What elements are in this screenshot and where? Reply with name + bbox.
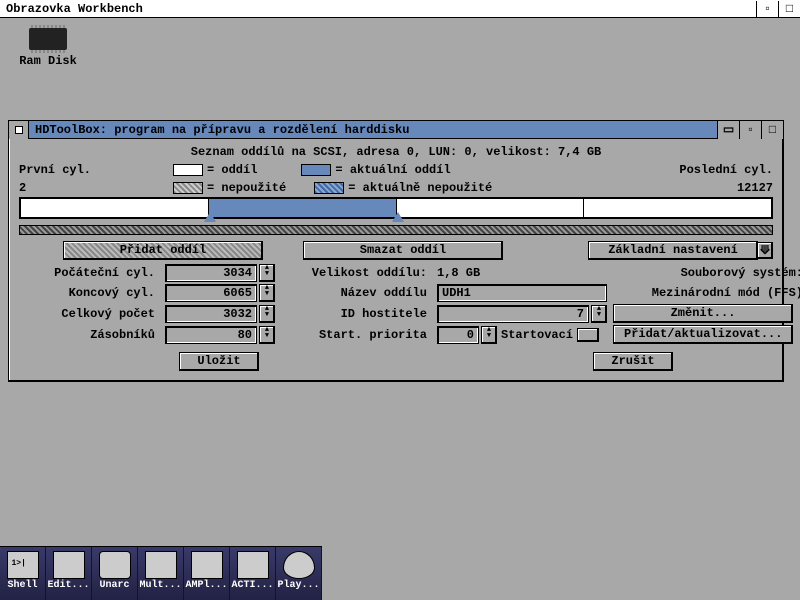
window-titlebar[interactable]: HDToolBox: program na přípravu a rozděle… xyxy=(9,121,783,139)
ramdisk-label: Ram Disk xyxy=(16,54,80,68)
chevron-down-icon[interactable]: ⟱ xyxy=(757,242,773,259)
magnify-icon xyxy=(145,551,177,579)
legend-cur-unused: = aktuálně nepoužité xyxy=(348,181,492,195)
handle-right[interactable] xyxy=(392,212,404,222)
dock-item-play[interactable]: Play... xyxy=(276,547,322,600)
buffers-value[interactable]: 80 xyxy=(165,326,257,344)
device-info: Seznam oddílů na SCSI, adresa 0, LUN: 0,… xyxy=(19,143,773,161)
partition-seg[interactable] xyxy=(397,199,585,217)
dock-item-edit[interactable]: Edit... xyxy=(46,547,92,600)
workbench-title: Obrazovka Workbench xyxy=(6,2,143,16)
total-field[interactable]: 3032 ▲▼ xyxy=(165,305,275,323)
swatch-cur-unused xyxy=(314,182,344,194)
screen-depth-gadget[interactable]: ▫ xyxy=(756,1,778,17)
handle-left[interactable] xyxy=(204,212,216,222)
buffers-field[interactable]: 80 ▲▼ xyxy=(165,326,275,344)
save-button[interactable]: Uložit xyxy=(179,352,259,371)
delete-partition-button[interactable]: Smazat oddíl xyxy=(303,241,503,260)
label-end-cyl: Koncový cyl. xyxy=(19,286,159,300)
hdtoolbox-window: HDToolBox: program na přípravu a rozděle… xyxy=(8,120,784,382)
legend-row: První cyl. = oddíl = aktuální oddíl Posl… xyxy=(19,161,773,179)
start-cyl-field[interactable]: 3034 ▲▼ xyxy=(165,264,275,282)
partition-seg[interactable] xyxy=(21,199,209,217)
action-icon xyxy=(237,551,269,579)
end-cyl-field[interactable]: 6065 ▲▼ xyxy=(165,284,275,302)
dock-item-unarc[interactable]: Unarc xyxy=(92,547,138,600)
start-cyl-value[interactable]: 3034 xyxy=(165,264,257,282)
partition-seg-current[interactable] xyxy=(209,199,397,217)
close-gadget[interactable] xyxy=(9,121,29,139)
spinner-icon[interactable]: ▲▼ xyxy=(259,305,275,323)
spinner-icon[interactable]: ▲▼ xyxy=(591,305,607,323)
dock-item-acti[interactable]: ACTI... xyxy=(230,547,276,600)
dock-item-ampl[interactable]: AMPl... xyxy=(184,547,230,600)
partition-slider[interactable] xyxy=(19,225,773,235)
depth-gadget[interactable]: ▫ xyxy=(739,121,761,139)
change-fs-button[interactable]: Změnit... xyxy=(613,304,793,323)
dock-item-shell[interactable]: Shell xyxy=(0,547,46,600)
swatch-unused xyxy=(173,182,203,194)
label-part-size: Velikost oddílu: xyxy=(281,266,431,280)
dock-label: Mult... xyxy=(139,580,181,591)
window-title: HDToolBox: program na přípravu a rozděle… xyxy=(29,123,717,137)
ramdisk-icon[interactable]: Ram Disk xyxy=(16,28,80,68)
boot-pri-value[interactable]: 0 xyxy=(437,326,479,344)
play-icon xyxy=(283,551,315,579)
zoom-gadget[interactable]: ▭ xyxy=(717,121,739,139)
label-part-name: Název oddílu xyxy=(281,286,431,300)
label-fs: Souborový systém: xyxy=(613,266,800,280)
dock-label: AMPl... xyxy=(185,580,227,591)
basic-settings-dropdown[interactable]: Základní nastavení ⟱ xyxy=(588,241,773,260)
spinner-icon[interactable]: ▲▼ xyxy=(481,326,497,344)
cancel-button[interactable]: Zrušit xyxy=(593,352,673,371)
label-host-id: ID hostitele xyxy=(281,307,431,321)
last-cyl-label: Poslední cyl. xyxy=(643,163,773,177)
label-bootable: Startovací xyxy=(501,328,573,342)
label-boot-pri: Start. priorita xyxy=(281,328,431,342)
partition-seg[interactable] xyxy=(584,199,771,217)
edit-icon xyxy=(53,551,85,579)
workbench-titlebar: Obrazovka Workbench ▫ □ xyxy=(0,0,800,18)
spinner-icon[interactable]: ▲▼ xyxy=(259,326,275,344)
basic-settings-label[interactable]: Základní nastavení xyxy=(588,241,758,260)
dock-label: Unarc xyxy=(99,580,129,591)
first-cyl-label: První cyl. xyxy=(19,163,169,177)
amidock: Shell Edit... Unarc Mult... AMPl... ACTI… xyxy=(0,546,322,600)
add-update-fs-button[interactable]: Přidat/aktualizovat... xyxy=(613,325,793,344)
host-id-value[interactable]: 7 xyxy=(437,305,589,323)
legend-current: = aktuální oddíl xyxy=(335,163,450,177)
bootable-checkbox[interactable] xyxy=(577,328,599,342)
first-cyl-val: 2 xyxy=(19,181,169,195)
swatch-free xyxy=(173,164,203,176)
back-gadget[interactable]: □ xyxy=(761,121,783,139)
speaker-icon xyxy=(191,551,223,579)
value-intl: Mezinárodní mód (FFS) xyxy=(613,286,800,300)
value-part-size: 1,8 GB xyxy=(437,266,607,280)
partition-name-input[interactable]: UDH1 xyxy=(437,284,607,302)
label-total: Celkový počet xyxy=(19,307,159,321)
chip-icon xyxy=(29,28,67,50)
boot-pri-field[interactable]: 0 ▲▼ xyxy=(437,326,497,344)
legend-row-2: 2 = nepoužité = aktuálně nepoužité 12127 xyxy=(19,179,773,197)
dock-label: ACTI... xyxy=(231,580,273,591)
last-cyl-val: 12127 xyxy=(643,181,773,195)
screen-zoom-gadget[interactable]: □ xyxy=(778,1,800,17)
swatch-current xyxy=(301,164,331,176)
spinner-icon[interactable]: ▲▼ xyxy=(259,284,275,302)
shell-icon xyxy=(7,551,39,579)
dock-label: Play... xyxy=(277,580,319,591)
legend-unused: = nepoužité xyxy=(207,181,286,195)
unarc-icon xyxy=(99,551,131,579)
label-buffers: Zásobníků xyxy=(19,328,159,342)
add-partition-button[interactable]: Přidat oddíl xyxy=(63,241,263,260)
host-id-field[interactable]: 7 ▲▼ xyxy=(437,305,607,323)
end-cyl-value[interactable]: 6065 xyxy=(165,284,257,302)
dock-item-mult[interactable]: Mult... xyxy=(138,547,184,600)
dock-label: Shell xyxy=(7,580,37,591)
total-value[interactable]: 3032 xyxy=(165,305,257,323)
dock-label: Edit... xyxy=(47,580,89,591)
spinner-icon[interactable]: ▲▼ xyxy=(259,264,275,282)
legend-free: = oddíl xyxy=(207,163,257,177)
label-start-cyl: Počáteční cyl. xyxy=(19,266,159,280)
